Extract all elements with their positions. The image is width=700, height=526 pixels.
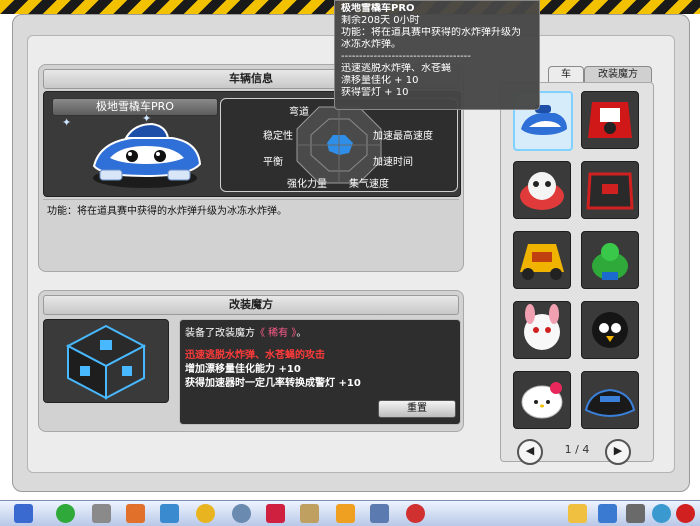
paw-icon[interactable] [598, 504, 617, 523]
stat-label: 稳定性 [263, 131, 293, 142]
stat-label: 加速最高速度 [373, 131, 433, 142]
mod-magic-header: 改装魔方 [43, 295, 459, 315]
tab-car[interactable]: 车 [548, 66, 584, 82]
next-page-button[interactable]: ▶ [605, 439, 631, 465]
equipped-suffix: 。 [296, 328, 307, 339]
tooltip-function-2: 冰冻水炸弹。 [341, 39, 401, 50]
equipped-line: 装备了改装魔方《 稀有 》。 [185, 324, 306, 339]
car-slot-black-racer[interactable] [581, 371, 639, 429]
power-icon[interactable] [676, 504, 695, 523]
back-icon[interactable] [56, 504, 75, 523]
mod-magic-panel: 改装魔方 装备了改装魔方《 稀有 》。 迅速逃脱水炸弹、水苍蝇的攻击 增加漂移量… [38, 290, 464, 432]
coin-icon[interactable] [196, 504, 215, 523]
tooltip-separator: ------------------------------------ [341, 51, 471, 62]
stat-label: 弯道 [289, 107, 309, 118]
car-slot-penguin-kart[interactable] [581, 301, 639, 359]
mod-effect-red: 迅速逃脱水炸弹、水苍蝇的攻击 [185, 350, 325, 361]
car-tooltip: 极地雪橇车PRO 剩余208天 0小时 功能：将在道具赛中获得的水炸弹升级为 冰… [334, 0, 540, 110]
car-slot-cat-kart[interactable] [513, 161, 571, 219]
pencil-icon[interactable] [336, 504, 355, 523]
car-slot-green-kart[interactable] [581, 231, 639, 289]
start-icon[interactable] [14, 504, 33, 523]
notes-icon[interactable] [568, 504, 587, 523]
sparkle-icon: ✦ [62, 116, 72, 129]
gear-icon[interactable] [232, 504, 251, 523]
stat-label: 集气速度 [349, 179, 389, 190]
radar-chart [296, 106, 382, 184]
mod-info-box: 装备了改装魔方《 稀有 》。 迅速逃脱水炸弹、水苍蝇的攻击 增加漂移量佳化能力 … [179, 319, 461, 425]
settings-icon[interactable] [626, 504, 645, 523]
stat-label: 平衡 [263, 157, 283, 168]
mod-effect-1: 增加漂移量佳化能力 +10 [185, 364, 301, 375]
tab-mod-magic[interactable]: 改装魔方 [584, 66, 652, 82]
tooltip-remaining: 剩余208天 0小时 [341, 15, 420, 26]
reset-button[interactable]: 重置 [378, 400, 456, 418]
target-icon[interactable] [406, 504, 425, 523]
car-slot-yellow-racer[interactable] [513, 231, 571, 289]
stats-radar: 弯道 稳定性 加速最高速度 平衡 加速时间 强化力量 集气速度 [220, 98, 458, 192]
car-slot-bunny-kart[interactable] [513, 301, 571, 359]
mod-cube-box [43, 319, 169, 403]
car-slot-red-racer[interactable] [581, 91, 639, 149]
equipped-prefix: 装备了改装魔方 [185, 328, 255, 339]
stat-label: 加速时间 [373, 157, 413, 168]
stat-label: 强化力量 [287, 179, 327, 190]
taskbar [0, 500, 700, 526]
car-name: 极地雪橇车PRO [52, 98, 218, 116]
mod-cube-icon [65, 324, 147, 400]
tooltip-bonus-1: 迅速逃脱水炸弹、水苍蝇 [341, 63, 451, 74]
tooltip-bonus-2: 漂移量佳化 + 10 [341, 75, 419, 86]
book-icon[interactable] [370, 504, 389, 523]
podium-icon[interactable] [126, 504, 145, 523]
help-icon[interactable] [652, 504, 671, 523]
heart-icon[interactable] [266, 504, 285, 523]
tooltip-title: 极地雪橇车PRO [341, 3, 415, 14]
car-slot-hello-kitty[interactable] [513, 371, 571, 429]
car-slot-dark-red-racer[interactable] [581, 161, 639, 219]
page-indicator: 1 / 4 [564, 443, 590, 456]
car-list-panel: ◀ 1 / 4 ▶ [500, 82, 654, 465]
car-description: 功能：将在道具赛中获得的水炸弹升级为冰冻水炸弹。 [43, 199, 459, 247]
tooltip-bonus-3: 获得警灯 + 10 [341, 87, 409, 98]
prev-page-button[interactable]: ◀ [517, 439, 543, 465]
tooltip-function-1: 功能：将在道具赛中获得的水炸弹升级为 [341, 27, 521, 38]
shop-cart-icon[interactable] [92, 504, 111, 523]
tools-icon[interactable] [300, 504, 319, 523]
car-image [92, 122, 202, 188]
mod-effect-2: 获得加速器时一定几率转换成警灯 +10 [185, 378, 361, 389]
equipped-rarity: 《 稀有 》 [255, 328, 297, 339]
shoe-icon[interactable] [160, 504, 179, 523]
